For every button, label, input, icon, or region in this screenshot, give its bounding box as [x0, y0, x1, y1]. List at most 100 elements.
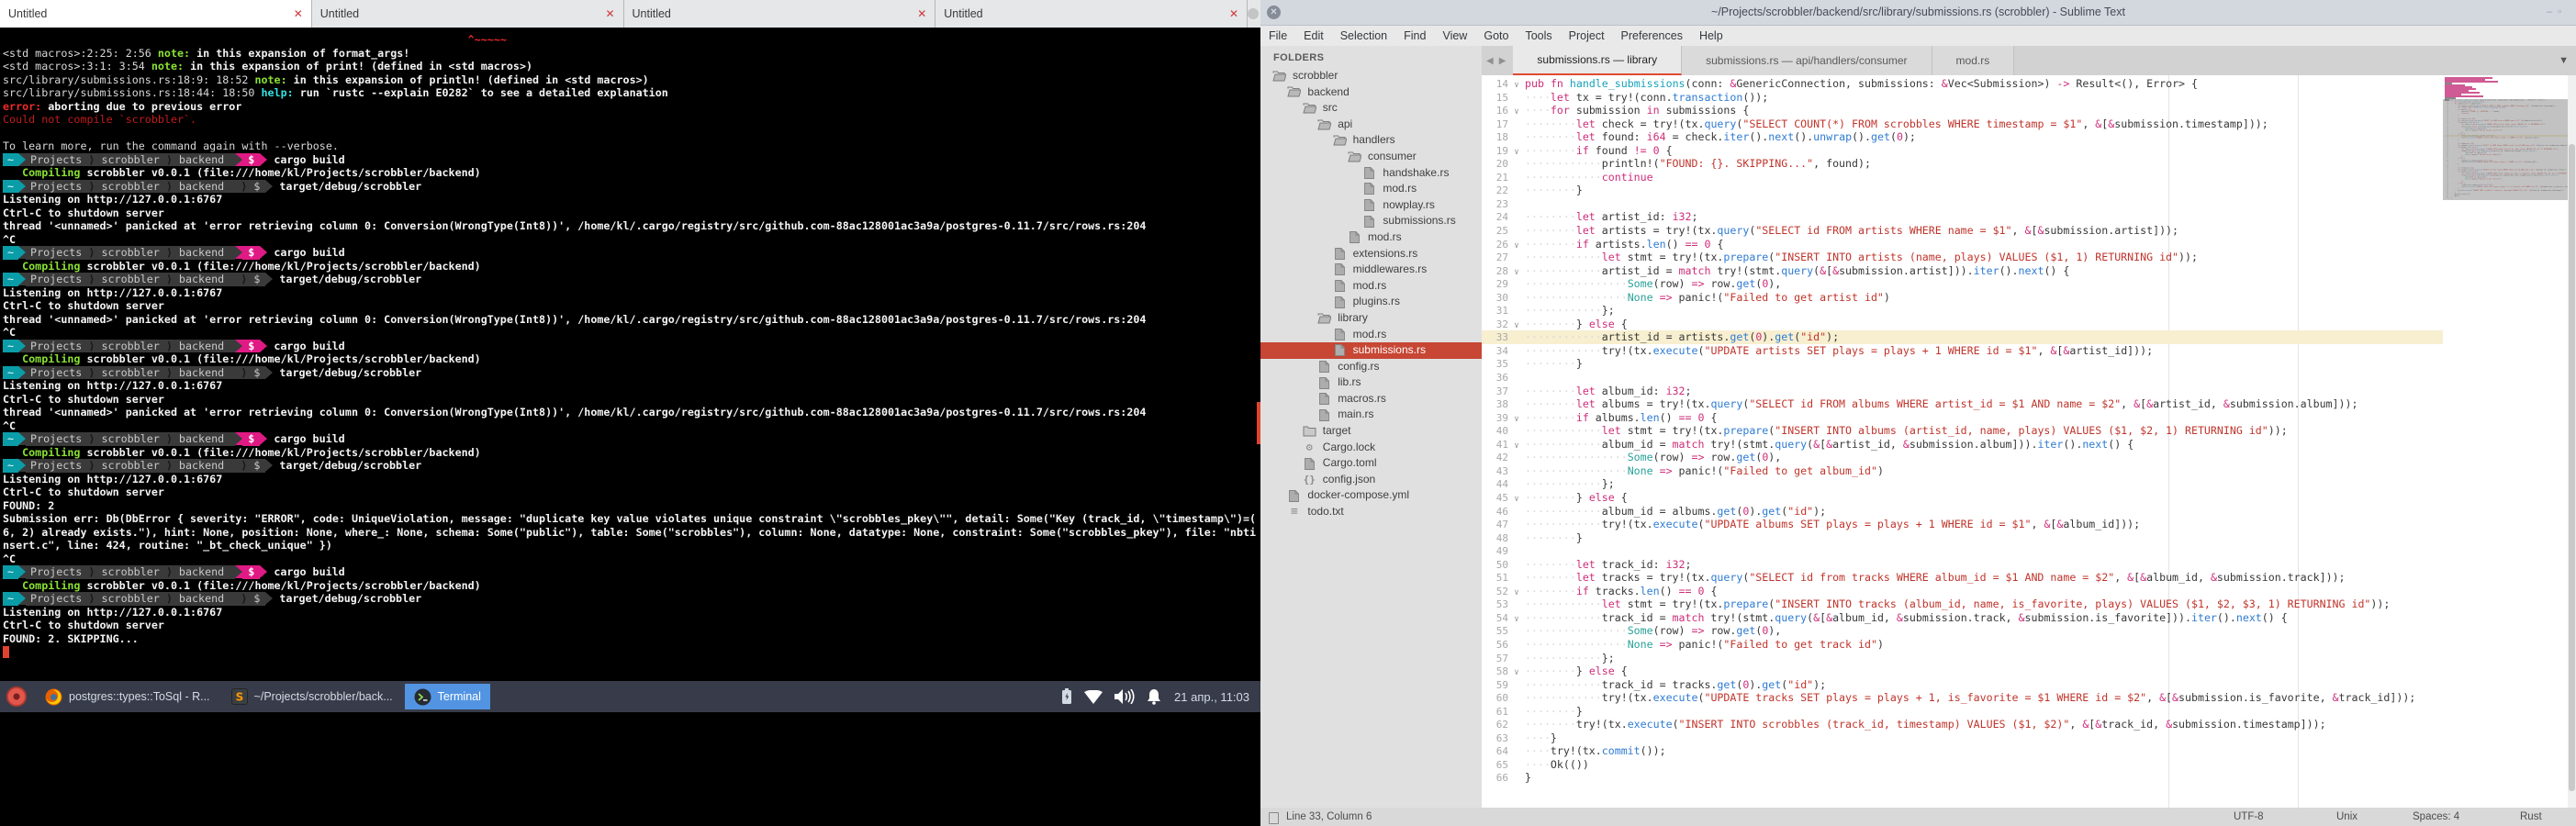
sidebar-item-src[interactable]: src — [1260, 100, 1482, 117]
menu-item-edit[interactable]: Edit — [1295, 29, 1332, 42]
sidebar-item-handlers[interactable]: handlers — [1260, 132, 1482, 149]
prompt-segment: ~ — [3, 273, 18, 286]
sidebar-item-mod-rs[interactable]: mod.rs — [1260, 181, 1482, 197]
menu-item-view[interactable]: View — [1434, 29, 1475, 42]
sidebar-item-api[interactable]: api — [1260, 117, 1482, 133]
status-line-endings[interactable]: Unix — [2336, 808, 2358, 826]
code-token: & — [2333, 691, 2339, 704]
sidebar-item-config-json[interactable]: {}config.json — [1260, 472, 1482, 488]
close-icon[interactable]: ✕ — [917, 7, 926, 20]
scrollbar-handle[interactable] — [2569, 144, 2575, 791]
menu-item-find[interactable]: Find — [1395, 29, 1434, 42]
bell-icon[interactable] — [1147, 689, 1161, 705]
sidebar-item-mod-rs[interactable]: mod.rs — [1260, 327, 1482, 343]
code-token: album_id: — [1596, 385, 1666, 397]
sidebar-item-docker-compose-yml[interactable]: docker-compose.yml — [1260, 487, 1482, 504]
sidebar-item-mod-rs[interactable]: mod.rs — [1260, 278, 1482, 295]
tab-overflow-icon[interactable]: ▼ — [2559, 46, 2569, 75]
terminal-text: Ctrl-C to shutdown server — [3, 619, 164, 631]
sidebar-item-plugins-rs[interactable]: plugins.rs — [1260, 294, 1482, 310]
nav-forward-icon[interactable]: ▶ — [1499, 56, 1506, 66]
new-tab-icon[interactable] — [1248, 8, 1259, 19]
editor-tab[interactable]: mod.rs — [1932, 46, 2015, 75]
wifi-icon[interactable] — [1084, 690, 1103, 704]
code-token: } — [1551, 731, 1557, 744]
taskbar-window-button[interactable]: postgres::types::ToSql - R... — [36, 684, 219, 709]
menu-item-project[interactable]: Project — [1561, 29, 1613, 42]
sidebar-item-cargo-lock[interactable]: ⚙Cargo.lock — [1260, 440, 1482, 456]
terminal-tab[interactable]: Untitled✕ — [312, 0, 624, 28]
status-indent[interactable]: Spaces: 4 — [2413, 808, 2459, 826]
sidebar-item-consumer[interactable]: consumer — [1260, 149, 1482, 165]
editor-tab[interactable]: submissions.rs — library — [1513, 46, 1682, 75]
editor-tab[interactable]: submissions.rs — api/handlers/consumer — [1682, 46, 1932, 75]
vintage-mode-icon[interactable] — [1269, 812, 1279, 824]
app-launcher-icon[interactable] — [6, 686, 27, 707]
sidebar-item-submissions-rs[interactable]: submissions.rs — [1260, 213, 1482, 229]
taskbar-window-button[interactable]: Terminal — [405, 684, 490, 709]
sidebar-item-label: main.rs — [1338, 407, 1373, 423]
minimap-viewport[interactable] — [2443, 99, 2568, 200]
sidebar-item-todo-txt[interactable]: ≡todo.txt — [1260, 504, 1482, 520]
sidebar-item-extensions-rs[interactable]: extensions.rs — [1260, 246, 1482, 262]
menu-item-selection[interactable]: Selection — [1332, 29, 1395, 42]
close-icon[interactable]: ✕ — [294, 7, 303, 20]
code-token: submission.track])); — [2217, 571, 2346, 584]
close-icon[interactable]: ✕ — [1229, 7, 1238, 20]
folder-icon — [1287, 86, 1301, 97]
code-token: albums = try!(tx. — [1596, 397, 1711, 410]
menu-item-help[interactable]: Help — [1691, 29, 1731, 42]
sidebar-item-macros-rs[interactable]: macros.rs — [1260, 391, 1482, 407]
sidebar-item-backend[interactable]: backend — [1260, 84, 1482, 101]
status-encoding[interactable]: UTF-8 — [2234, 808, 2264, 826]
sidebar-item-nowplay-rs[interactable]: nowplay.rs — [1260, 197, 1482, 214]
line-number: 14 — [1482, 78, 1508, 92]
sidebar-item-handshake-rs[interactable]: handshake.rs — [1260, 165, 1482, 182]
sidebar-item-target[interactable]: target — [1260, 423, 1482, 440]
menu-item-preferences[interactable]: Preferences — [1613, 29, 1691, 42]
terminal-tab[interactable]: Untitled✕ — [935, 0, 1248, 28]
sidebar-item-library[interactable]: library — [1260, 310, 1482, 327]
prompt-command: cargo build — [267, 565, 344, 578]
close-icon[interactable]: ✕ — [605, 7, 614, 20]
code-token: query — [1775, 438, 1807, 451]
sidebar-item-cargo-toml[interactable]: Cargo.toml — [1260, 455, 1482, 472]
sidebar: FOLDERS scrobblerbackendsrcapihandlersco… — [1260, 46, 1482, 808]
code-token — [1653, 291, 1660, 304]
menu-item-goto[interactable]: Goto — [1475, 29, 1517, 42]
editor-scrollbar[interactable] — [2568, 75, 2576, 808]
sidebar-item-scrobbler[interactable]: scrobbler — [1260, 68, 1482, 84]
prompt-segment: ~ — [3, 246, 18, 260]
terminal-tab[interactable]: Untitled✕ — [0, 0, 312, 28]
sidebar-item-lib-rs[interactable]: lib.rs — [1260, 374, 1482, 391]
minimap[interactable]: 14∨pub fn handle_submissions(conn: &Gene… — [2443, 75, 2568, 461]
menu-item-tools[interactable]: Tools — [1517, 29, 1560, 42]
status-syntax[interactable]: Rust — [2520, 808, 2542, 826]
code-token: , — [2114, 571, 2127, 584]
prompt-command: target/debug/scrobbler — [273, 459, 421, 472]
terminal-output[interactable]: ^~~~~~<std macros>:2:25: 2:56 note: in t… — [0, 28, 1260, 681]
code-token: artist_id = artists. — [1602, 330, 1730, 343]
terminal-line: Listening on http://127.0.0.1:6767 — [3, 473, 1260, 486]
taskbar-window-button[interactable]: S~/Projects/scrobbler/back... — [222, 684, 402, 709]
code-token: stmt = try!(tx. — [1621, 251, 1724, 263]
code-token: ········ — [1525, 385, 1576, 397]
sidebar-item-submissions-rs[interactable]: submissions.rs — [1260, 342, 1482, 359]
code-token: () — [1666, 238, 1686, 251]
code-editor[interactable]: 14∨pub fn handle_submissions(conn: &Gene… — [1482, 75, 2576, 808]
nav-back-icon[interactable]: ◀ — [1486, 56, 1494, 66]
volume-icon[interactable] — [1114, 689, 1135, 704]
line-number: 32 — [1482, 318, 1508, 332]
sidebar-item-main-rs[interactable]: main.rs — [1260, 407, 1482, 423]
sidebar-item-mod-rs[interactable]: mod.rs — [1260, 229, 1482, 246]
terminal-tab[interactable]: Untitled✕ — [624, 0, 936, 28]
titlebar[interactable]: ✕ ~/Projects/scrobbler/backend/src/libra… — [1260, 0, 2576, 26]
sidebar-item-middlewares-rs[interactable]: middlewares.rs — [1260, 262, 1482, 278]
code-token: } — [1525, 771, 1531, 784]
clock[interactable]: 21 апр., 11:03 — [1174, 690, 1249, 704]
code-token: prepare — [1723, 424, 1768, 437]
battery-icon[interactable] — [1061, 688, 1072, 705]
sidebar-item-config-rs[interactable]: config.rs — [1260, 359, 1482, 375]
window-buttons[interactable]: –▫ — [2547, 0, 2567, 25]
menu-item-file[interactable]: File — [1260, 29, 1295, 42]
